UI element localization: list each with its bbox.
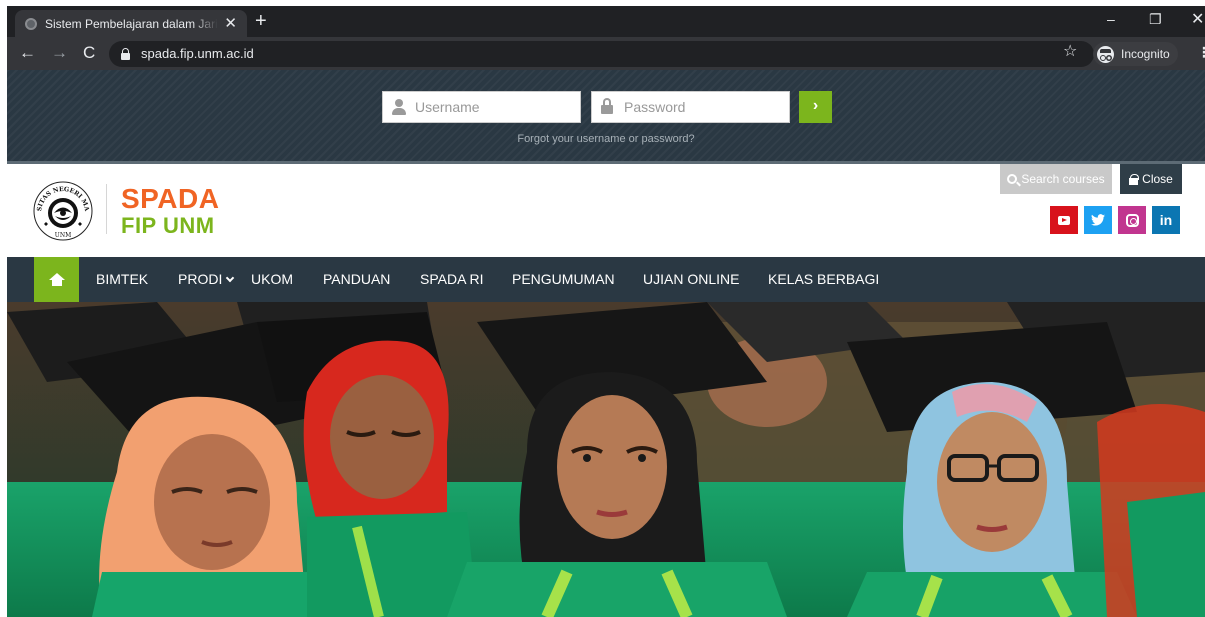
padlock-icon [601,98,613,114]
hero-image [7,302,1205,617]
close-window-button[interactable]: ✕ [1191,9,1204,29]
close-label: Close [1142,172,1173,186]
browser-menu-icon[interactable]: ⋮ [1197,45,1205,59]
login-submit-button[interactable]: › [799,91,832,123]
twitter-icon [1091,214,1105,226]
unm-seal-logo[interactable]: UNIVERSITAS NEGERI MAKASSAR UNM [32,180,94,242]
nav-item-prodi-label: PRODI [178,271,223,287]
reload-button[interactable]: C [83,43,95,63]
nav-item-panduan[interactable]: PANDUAN [323,257,390,302]
search-courses-label: Search courses [1021,172,1105,186]
username-input[interactable] [415,92,575,122]
back-button[interactable]: ← [19,43,36,63]
forward-button[interactable]: → [51,43,68,63]
forgot-password-text[interactable]: Forgot your username or password? [517,133,694,145]
nav-item-prodi[interactable]: PRODI [178,257,235,302]
nav-item-ujian-online[interactable]: UJIAN ONLINE [643,257,739,302]
maximize-button[interactable]: ❐ [1149,11,1162,28]
incognito-badge[interactable]: Incognito [1093,42,1178,66]
home-icon [48,273,65,286]
instagram-button[interactable] [1118,206,1146,234]
svg-text:UNM: UNM [55,232,71,239]
minimize-button[interactable]: – [1107,11,1115,27]
lock-icon[interactable] [121,48,130,60]
browser-toolbar: ← → C spada.fip.unm.ac.id ☆ Incognito ⋮ [7,37,1205,70]
tab-close-icon[interactable]: ✕ [224,16,237,31]
brand-title[interactable]: SPADA [121,185,219,213]
username-field[interactable] [382,91,581,123]
tab-title: Sistem Pembelajaran dalam Jaringan [45,16,218,31]
new-tab-button[interactable]: + [255,11,267,31]
bookmark-star-icon[interactable]: ☆ [1063,43,1077,61]
logo-divider [106,184,107,234]
nav-item-bimtek[interactable]: BIMTEK [96,257,148,302]
chevron-down-icon [226,273,235,283]
brand-subtitle[interactable]: FIP UNM [121,215,215,237]
forgot-password-link[interactable]: Forgot your username or password? [7,133,1205,145]
incognito-icon [1097,45,1114,63]
nav-item-spada-ri[interactable]: SPADA RI [420,257,484,302]
user-icon [392,99,406,115]
login-bar: › Forgot your username or password? [7,70,1205,161]
twitter-button[interactable] [1084,206,1112,234]
search-icon [1007,174,1018,184]
home-button[interactable] [34,257,79,302]
tab-strip: Sistem Pembelajaran dalam Jaringan ✕ + –… [7,6,1205,37]
browser-window: Sistem Pembelajaran dalam Jaringan ✕ + –… [7,6,1205,617]
url-text[interactable]: spada.fip.unm.ac.id [141,46,254,61]
nav-item-ukom[interactable]: UKOM [251,257,293,302]
favicon-icon [25,17,37,30]
hero-banner [7,302,1205,617]
linkedin-button[interactable]: in [1152,206,1180,234]
youtube-button[interactable] [1050,206,1078,234]
nav-item-pengumuman[interactable]: PENGUMUMAN [512,257,615,302]
password-field[interactable] [591,91,790,123]
lock-icon [1129,173,1140,185]
address-bar[interactable]: spada.fip.unm.ac.id [109,41,1094,67]
browser-tab[interactable]: Sistem Pembelajaran dalam Jaringan ✕ [15,10,247,37]
linkedin-icon: in [1159,212,1173,228]
password-input[interactable] [624,92,784,122]
instagram-icon [1125,213,1139,227]
incognito-label: Incognito [1121,47,1170,61]
youtube-icon [1058,215,1070,225]
search-courses-button[interactable]: Search courses [1000,164,1112,194]
nav-item-kelas-berbagi[interactable]: KELAS BERBAGI [768,257,879,302]
main-nav: BIMTEK PRODI UKOM PANDUAN SPADA RI PENGU… [7,257,1205,302]
close-button[interactable]: Close [1120,164,1182,194]
site-header: UNIVERSITAS NEGERI MAKASSAR UNM SPADA FI… [7,161,1205,257]
